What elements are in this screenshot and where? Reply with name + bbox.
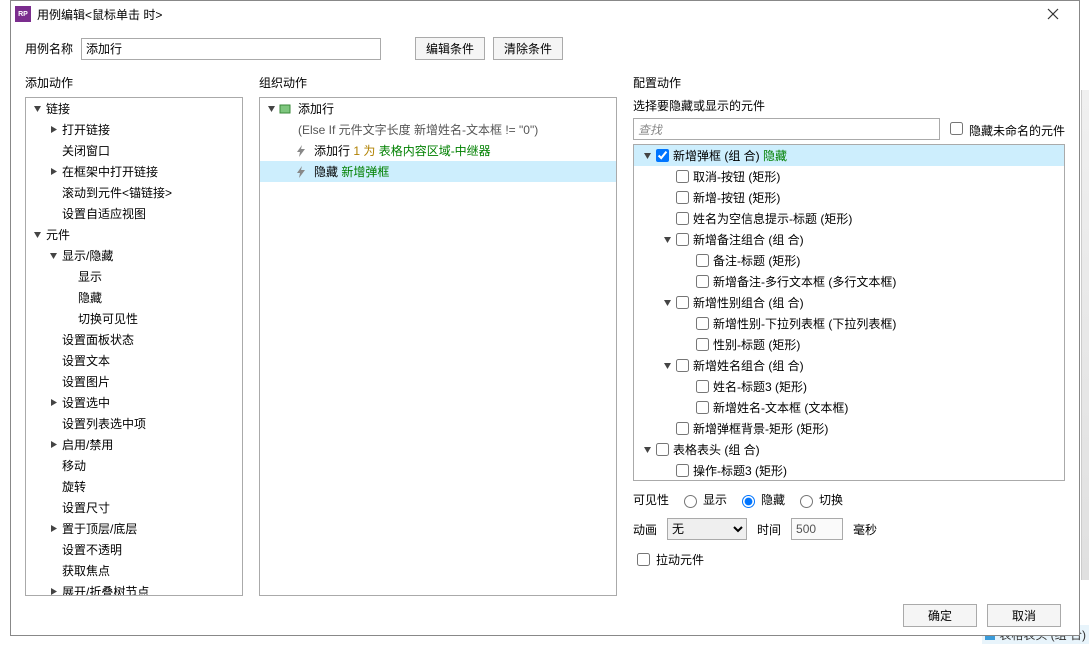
action-tree-item[interactable]: 显示/隐藏	[26, 245, 242, 266]
action-tree-item[interactable]: 在框架中打开链接	[26, 161, 242, 182]
widget-checkbox[interactable]	[696, 254, 709, 267]
ok-button[interactable]: 确定	[903, 604, 977, 627]
visibility-hide-radio[interactable]: 隐藏	[737, 491, 785, 508]
case-editor-dialog: RP 用例编辑<鼠标单击 时> 用例名称 编辑条件 清除条件 添加动作 链接打开…	[10, 0, 1080, 636]
action-tree-item[interactable]: 滚动到元件<锚链接>	[26, 182, 242, 203]
widget-checkbox[interactable]	[676, 212, 689, 225]
action-addrow[interactable]: 添加行 1 为 表格内容区域-中继器	[260, 140, 616, 161]
widget-checkbox[interactable]	[676, 464, 689, 477]
action-tree-item[interactable]: 元件	[26, 224, 242, 245]
search-input[interactable]	[633, 118, 940, 140]
widget-tree-item[interactable]: 姓名-标题3 (矩形)	[634, 376, 1064, 397]
widget-tree-item[interactable]: 性别-标题 (矩形)	[634, 334, 1064, 355]
action-tree-item[interactable]: 关闭窗口	[26, 140, 242, 161]
action-tree-item[interactable]: 设置尺寸	[26, 497, 242, 518]
pull-widgets-checkbox[interactable]: 拉动元件	[633, 550, 704, 569]
action-tree-item[interactable]: 显示	[26, 266, 242, 287]
org-actions-title: 组织动作	[259, 74, 617, 91]
animation-label: 动画	[633, 521, 657, 538]
widgets-tree-panel[interactable]: 新增弹框 (组 合) 隐藏取消-按钮 (矩形)新增-按钮 (矩形)姓名为空信息提…	[633, 144, 1065, 481]
add-actions-title: 添加动作	[25, 74, 243, 91]
widget-tree-item[interactable]: 新增备注组合 (组 合)	[634, 229, 1064, 250]
widget-tree-item[interactable]: 新增性别组合 (组 合)	[634, 292, 1064, 313]
widget-checkbox[interactable]	[696, 338, 709, 351]
visibility-label: 可见性	[633, 491, 669, 508]
widget-checkbox[interactable]	[676, 296, 689, 309]
widget-checkbox[interactable]	[656, 443, 669, 456]
action-tree-item[interactable]: 展开/折叠树节点	[26, 581, 242, 596]
widget-checkbox[interactable]	[696, 380, 709, 393]
action-tree-item[interactable]: 获取焦点	[26, 560, 242, 581]
widget-tree-item[interactable]: 姓名为空信息提示-标题 (矩形)	[634, 208, 1064, 229]
case-name-label: 用例名称	[25, 40, 73, 57]
action-tree-item[interactable]: 设置选中	[26, 392, 242, 413]
widget-tree-item[interactable]: 新增弹框背景-矩形 (矩形)	[634, 418, 1064, 439]
window-title: 用例编辑<鼠标单击 时>	[37, 6, 1031, 23]
select-widgets-label: 选择要隐藏或显示的元件	[633, 97, 1065, 114]
edit-condition-button[interactable]: 编辑条件	[415, 37, 485, 60]
widget-checkbox[interactable]	[676, 422, 689, 435]
bolt-icon	[294, 165, 308, 179]
widget-checkbox[interactable]	[696, 275, 709, 288]
time-label: 时间	[757, 521, 781, 538]
widget-tree-item[interactable]: 表格表头 (组 合)	[634, 439, 1064, 460]
titlebar: RP 用例编辑<鼠标单击 时>	[11, 1, 1079, 27]
clear-condition-button[interactable]: 清除条件	[493, 37, 563, 60]
app-icon: RP	[15, 6, 31, 22]
cancel-button[interactable]: 取消	[987, 604, 1061, 627]
widget-checkbox[interactable]	[696, 401, 709, 414]
case-name-input[interactable]	[81, 38, 381, 60]
widget-checkbox[interactable]	[676, 170, 689, 183]
ms-label: 毫秒	[853, 521, 877, 538]
add-actions-panel[interactable]: 链接打开链接关闭窗口在框架中打开链接滚动到元件<锚链接>设置自适应视图元件显示/…	[25, 97, 243, 596]
action-tree-item[interactable]: 设置文本	[26, 350, 242, 371]
action-tree-item[interactable]: 设置不透明	[26, 539, 242, 560]
widget-checkbox[interactable]	[676, 191, 689, 204]
action-hide[interactable]: 隐藏 新增弹框	[260, 161, 616, 182]
widget-checkbox[interactable]	[676, 233, 689, 246]
action-tree-item[interactable]: 设置自适应视图	[26, 203, 242, 224]
widget-tree-item[interactable]: 新增姓名组合 (组 合)	[634, 355, 1064, 376]
widget-tree-item[interactable]: 操作-标题3 (矩形)	[634, 460, 1064, 481]
time-input[interactable]	[791, 518, 843, 540]
widget-tree-item[interactable]: 新增-按钮 (矩形)	[634, 187, 1064, 208]
visibility-show-radio[interactable]: 显示	[679, 491, 727, 508]
widget-tree-item[interactable]: 新增姓名-文本框 (文本框)	[634, 397, 1064, 418]
action-tree-item[interactable]: 打开链接	[26, 119, 242, 140]
bolt-icon	[294, 144, 308, 158]
action-tree-item[interactable]: 切换可见性	[26, 308, 242, 329]
action-tree-item[interactable]: 设置面板状态	[26, 329, 242, 350]
hide-unnamed-checkbox[interactable]: 隐藏未命名的元件	[946, 119, 1065, 139]
condition-text: (Else If 元件文字长度 新增姓名-文本框 != "0")	[260, 119, 616, 140]
close-button[interactable]	[1031, 1, 1075, 27]
widget-tree-item[interactable]: 备注-标题 (矩形)	[634, 250, 1064, 271]
widget-checkbox[interactable]	[656, 149, 669, 162]
action-tree-item[interactable]: 旋转	[26, 476, 242, 497]
widget-checkbox[interactable]	[676, 359, 689, 372]
widget-tree-item[interactable]: 新增性别-下拉列表框 (下拉列表框)	[634, 313, 1064, 334]
widget-checkbox[interactable]	[696, 317, 709, 330]
action-tree-item[interactable]: 设置图片	[26, 371, 242, 392]
config-actions-title: 配置动作	[633, 74, 1065, 91]
widget-tree-item[interactable]: 新增备注-多行文本框 (多行文本框)	[634, 271, 1064, 292]
widget-tree-item[interactable]: 取消-按钮 (矩形)	[634, 166, 1064, 187]
visibility-toggle-radio[interactable]: 切换	[795, 491, 843, 508]
case-root[interactable]: 添加行	[260, 98, 616, 119]
action-tree-item[interactable]: 链接	[26, 98, 242, 119]
animation-select[interactable]: 无	[667, 518, 747, 540]
action-tree-item[interactable]: 移动	[26, 455, 242, 476]
action-tree-item[interactable]: 设置列表选中项	[26, 413, 242, 434]
action-tree-item[interactable]: 置于顶层/底层	[26, 518, 242, 539]
org-actions-panel[interactable]: 添加行 (Else If 元件文字长度 新增姓名-文本框 != "0") 添加行…	[259, 97, 617, 596]
widget-tree-item[interactable]: 新增弹框 (组 合) 隐藏	[634, 145, 1064, 166]
action-tree-item[interactable]: 启用/禁用	[26, 434, 242, 455]
case-icon	[278, 102, 292, 116]
action-tree-item[interactable]: 隐藏	[26, 287, 242, 308]
